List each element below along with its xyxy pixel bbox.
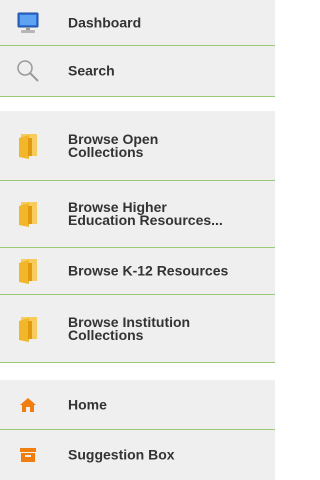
nav-item-home[interactable]: Home: [0, 380, 275, 430]
nav-item-dashboard[interactable]: Dashboard: [0, 0, 275, 46]
folder-icon: [14, 200, 42, 228]
nav-item-search[interactable]: Search: [0, 46, 275, 97]
archive-box-icon: [14, 441, 42, 469]
search-icon: [14, 57, 42, 85]
folder-icon: [14, 257, 42, 285]
nav-item-browse-open-collections[interactable]: Browse Open Collections: [0, 111, 275, 181]
folder-icon: [14, 315, 42, 343]
nav-item-browse-higher-education[interactable]: Browse Higher Education Resources...: [0, 181, 275, 248]
nav-item-browse-open-collections-label: Browse Open Collections: [68, 130, 159, 160]
nav-item-search-label: Search: [68, 62, 115, 79]
nav-item-browse-k12-label: Browse K-12 Resources: [68, 262, 229, 279]
monitor-icon: [14, 9, 42, 37]
nav-item-browse-k12[interactable]: Browse K-12 Resources: [0, 248, 275, 295]
nav-item-browse-institution-collections-label: Browse Institution Collections: [68, 313, 191, 343]
home-icon: [14, 391, 42, 419]
section-gap: [0, 363, 275, 380]
folder-icon: [14, 132, 42, 160]
nav-item-home-label: Home: [68, 396, 107, 412]
nav-item-suggestion-box-label: Suggestion Box: [68, 446, 175, 463]
nav-item-browse-institution-collections[interactable]: Browse Institution Collections: [0, 295, 275, 363]
nav-item-suggestion-box[interactable]: Suggestion Box: [0, 430, 275, 480]
section-gap: [0, 97, 275, 111]
nav-item-browse-higher-education-label: Browse Higher Education Resources...: [68, 199, 223, 228]
nav-item-dashboard-label: Dashboard: [68, 14, 142, 30]
sidebar-nav: Dashboard Search Browse Open Collections: [0, 0, 275, 480]
